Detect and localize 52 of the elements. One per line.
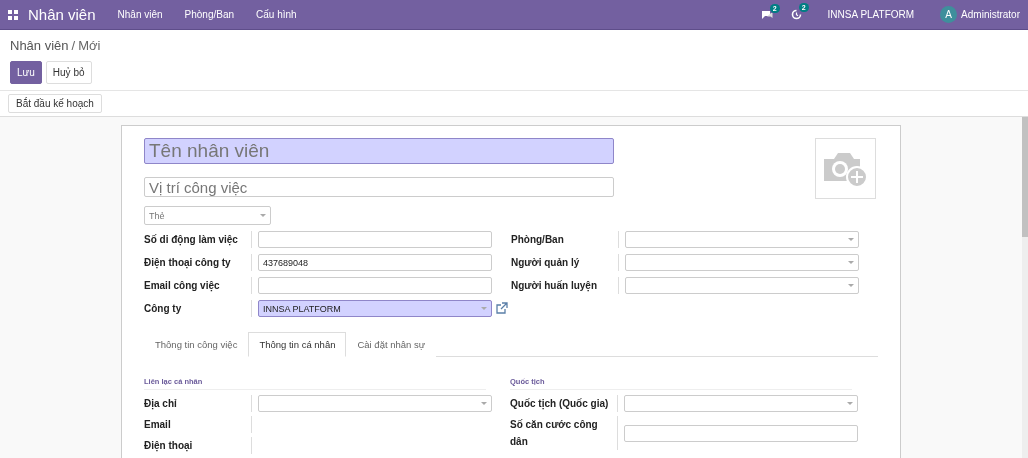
text-field[interactable]	[258, 277, 492, 294]
text-field[interactable]	[624, 424, 858, 442]
field-label: Email	[144, 416, 252, 433]
breadcrumb-separator: /	[71, 38, 76, 53]
field-label: Số di động làm việc	[144, 231, 252, 248]
field-label: Địa chỉ	[144, 395, 252, 412]
discard-button[interactable]: Huỷ bỏ	[45, 61, 92, 84]
breadcrumb-current: Mới	[78, 38, 101, 53]
app-title: Nhân viên	[28, 6, 96, 23]
field-label: Điện thoại	[144, 437, 252, 454]
caret-icon	[848, 284, 854, 287]
field-label: Email công việc	[144, 277, 252, 294]
external-link-icon[interactable]	[495, 302, 508, 315]
tags-field[interactable]: Thẻ	[144, 206, 271, 225]
clock-icon[interactable]	[790, 9, 802, 20]
select-field[interactable]	[625, 254, 859, 271]
field-label: Người huấn luyện	[511, 277, 619, 294]
field-label: Quốc tịch (Quốc gia)	[510, 395, 618, 412]
caret-icon	[847, 402, 853, 405]
apps-menu-icon[interactable]	[8, 9, 18, 20]
save-button[interactable]: Lưu	[10, 61, 42, 84]
breadcrumb-link[interactable]: Nhân viên	[10, 38, 69, 53]
text-field[interactable]: 437689048	[258, 254, 492, 271]
user-avatar[interactable]: A	[940, 6, 958, 23]
chat-icon[interactable]	[760, 9, 773, 20]
caret-icon	[481, 307, 487, 310]
menu-item[interactable]: Nhân viên	[117, 9, 163, 20]
photo-upload[interactable]	[815, 138, 876, 199]
field-label: Số căn cước công dân	[510, 416, 618, 450]
action-button[interactable]: Bắt đầu kế hoạch	[8, 94, 102, 113]
scrollbar[interactable]	[1022, 117, 1028, 458]
user-name[interactable]: Administrator	[961, 9, 1020, 20]
field-label: Phòng/Ban	[511, 231, 619, 248]
field-label: Công ty	[144, 300, 252, 317]
menu-item[interactable]: Phòng/Ban	[184, 9, 235, 20]
select-field[interactable]	[625, 231, 859, 248]
select-field[interactable]	[258, 395, 492, 412]
text-field[interactable]	[258, 231, 492, 248]
select-field[interactable]	[625, 277, 859, 294]
employee-name-field[interactable]: Tên nhân viên	[144, 138, 614, 164]
caret-icon	[848, 238, 854, 241]
menu-item[interactable]: Cấu hình	[256, 9, 297, 20]
caret-icon	[260, 214, 266, 217]
job-position-field[interactable]: Vị trí công việc	[144, 177, 614, 197]
field-label: Điện thoại công ty	[144, 254, 252, 271]
form-tab[interactable]: Thông tin cá nhân	[248, 332, 347, 357]
select-field[interactable]	[624, 395, 858, 412]
caret-icon	[481, 402, 487, 405]
company-switcher[interactable]: INNSA PLATFORM	[827, 9, 915, 20]
select-field[interactable]: INNSA PLATFORM	[258, 300, 492, 317]
caret-icon	[848, 261, 854, 264]
field-label: Người quản lý	[511, 254, 619, 271]
